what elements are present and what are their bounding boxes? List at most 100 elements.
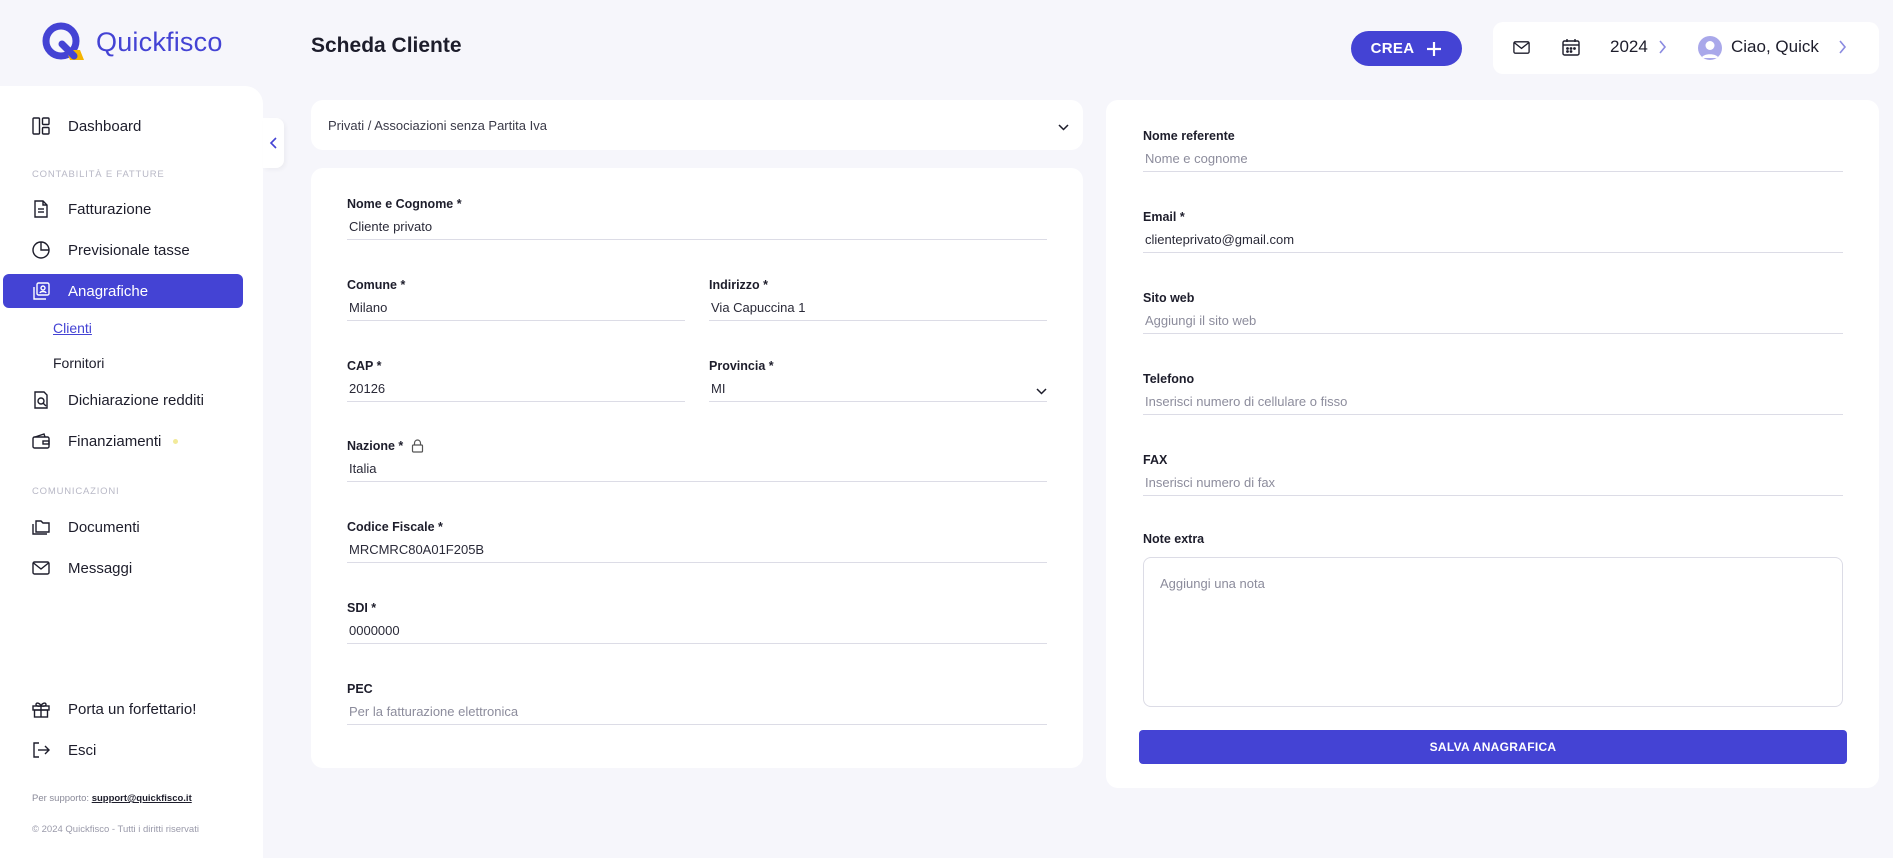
chevron-right-icon[interactable] (1658, 40, 1667, 59)
sito-label: Sito web (1143, 291, 1195, 305)
sito-input[interactable]: Aggiungi il sito web (1143, 313, 1843, 334)
sidebar-item-anagrafiche[interactable]: Anagrafiche (3, 274, 243, 308)
comune-input[interactable]: Milano (347, 300, 685, 321)
comune-label: Comune * (347, 278, 406, 292)
sidebar-item-porta-forfettario[interactable]: Porta un forfettario! (0, 692, 243, 726)
field-sito-web: Sito web Aggiungi il sito web (1143, 291, 1843, 334)
pie-chart-icon (30, 239, 52, 261)
quickfisco-logo-icon (40, 20, 88, 64)
email-label: Email * (1143, 210, 1185, 224)
mail-icon[interactable] (1512, 38, 1531, 62)
nazione-input: Italia (347, 461, 1047, 482)
sdi-input[interactable]: 0000000 (347, 623, 1047, 644)
support-prefix: Per supporto: (32, 793, 90, 804)
section-comunicazioni: COMUNICAZIONI (32, 486, 120, 497)
pec-input[interactable]: Per la fatturazione elettronica (347, 704, 1047, 725)
sidebar-item-label: Anagrafiche (68, 282, 149, 300)
sidebar-item-label: Documenti (68, 518, 140, 536)
support-email-link[interactable]: support@quickfisco.it (92, 793, 192, 804)
sidebar-item-previsionale-tasse[interactable]: Previsionale tasse (0, 233, 243, 267)
field-nome-cognome: Nome e Cognome * Cliente privato (347, 197, 1047, 240)
fax-label: FAX (1143, 453, 1168, 467)
wallet-icon (30, 430, 52, 452)
logo[interactable]: Quickfisco (40, 20, 223, 64)
provincia-value: MI (711, 381, 726, 396)
telefono-label: Telefono (1143, 372, 1195, 386)
field-nome-referente: Nome referente Nome e cognome (1143, 129, 1843, 172)
nazione-label: Nazione * (347, 439, 404, 453)
crea-label: CREA (1370, 40, 1415, 57)
indirizzo-label: Indirizzo * (709, 278, 769, 292)
field-email: Email * clienteprivato@gmail.com (1143, 210, 1843, 253)
sidebar-item-documenti[interactable]: Documenti (0, 510, 243, 544)
sidebar-item-label: Fatturazione (68, 200, 152, 218)
sidebar-item-label: Finanziamenti (68, 432, 162, 450)
sidebar-item-fatturazione[interactable]: Fatturazione (0, 192, 243, 226)
field-sdi: SDI * 0000000 (347, 601, 1047, 644)
sidebar-nav: Dashboard CONTABILITÀ E FATTURE Fatturaz… (0, 86, 263, 858)
field-codice-fiscale: Codice Fiscale * MRCMRC80A01F205B (347, 520, 1047, 563)
field-pec: PEC Per la fatturazione elettronica (347, 682, 1047, 725)
sidebar-subitem-clienti[interactable]: Clienti (53, 320, 92, 336)
year-selector[interactable]: 2024 (1610, 37, 1648, 57)
gift-icon (30, 698, 52, 720)
folder-icon (30, 516, 52, 538)
sidebar: Quickfisco Dashboard CONTABILITÀ E FATTU… (0, 0, 263, 858)
fax-input[interactable]: Inserisci numero di fax (1143, 475, 1843, 496)
field-nazione: Nazione * Italia (347, 439, 1047, 482)
field-telefono: Telefono Inserisci numero di cellulare o… (1143, 372, 1843, 415)
sidebar-item-label: Previsionale tasse (68, 241, 190, 259)
sidebar-item-esci[interactable]: Esci (0, 733, 243, 767)
support-line: Per supporto: support@quickfisco.it (32, 793, 192, 804)
codice-fiscale-input[interactable]: MRCMRC80A01F205B (347, 542, 1047, 563)
telefono-input[interactable]: Inserisci numero di cellulare o fisso (1143, 394, 1843, 415)
sidebar-item-finanziamenti[interactable]: Finanziamenti (0, 424, 243, 458)
lock-icon (411, 439, 424, 453)
provincia-label: Provincia * (709, 359, 774, 373)
chevron-down-icon (1058, 118, 1069, 136)
mail-icon (30, 557, 52, 579)
plus-icon (1426, 41, 1442, 57)
nome-cognome-label: Nome e Cognome * (347, 197, 462, 211)
field-provincia: Provincia * MI (709, 359, 1047, 402)
chevron-left-icon (269, 137, 277, 149)
page-title: Scheda Cliente (311, 34, 462, 57)
crea-button[interactable]: CREA (1351, 31, 1462, 66)
logout-icon (30, 739, 52, 761)
document-icon (30, 198, 52, 220)
cap-input[interactable]: 20126 (347, 381, 685, 402)
client-type-select[interactable]: Privati / Associazioni senza Partita Iva (311, 100, 1083, 150)
note-label: Note extra (1143, 532, 1205, 546)
section-contabilita: CONTABILITÀ E FATTURE (32, 169, 165, 180)
sidebar-item-dichiarazione-redditi[interactable]: Dichiarazione redditi (0, 383, 243, 417)
client-form-left: Nome e Cognome * Cliente privato Comune … (311, 168, 1083, 768)
indirizzo-input[interactable]: Via Capuccina 1 (709, 300, 1047, 321)
sidebar-item-label: Dichiarazione redditi (68, 391, 204, 409)
field-comune: Comune * Milano (347, 278, 685, 321)
field-indirizzo: Indirizzo * Via Capuccina 1 (709, 278, 1047, 321)
tax-declaration-icon (30, 389, 52, 411)
user-greeting[interactable]: Ciao, Quick (1731, 37, 1819, 57)
collapse-sidebar-button[interactable] (263, 118, 284, 168)
field-note-extra: Note extra (1143, 532, 1843, 546)
sidebar-item-dashboard[interactable]: Dashboard (0, 109, 243, 143)
contacts-icon (30, 280, 52, 302)
provincia-select[interactable]: MI (709, 381, 1047, 402)
notification-dot (173, 438, 179, 444)
salva-anagrafica-button[interactable]: SALVA ANAGRAFICA (1139, 730, 1847, 764)
sidebar-item-messaggi[interactable]: Messaggi (0, 551, 243, 585)
chevron-right-icon[interactable] (1838, 40, 1847, 59)
referente-input[interactable]: Nome e cognome (1143, 151, 1843, 172)
note-textarea[interactable]: Aggiungi una nota (1143, 557, 1843, 707)
sidebar-subitem-fornitori[interactable]: Fornitori (53, 355, 104, 371)
dashboard-icon (30, 115, 52, 137)
nome-cognome-input[interactable]: Cliente privato (347, 219, 1047, 240)
sdi-label: SDI * (347, 601, 377, 615)
logo-text: Quickfisco (96, 26, 223, 57)
field-cap: CAP * 20126 (347, 359, 685, 402)
calendar-icon[interactable] (1561, 37, 1581, 62)
copyright: © 2024 Quickfisco - Tutti i diritti rise… (32, 824, 199, 835)
email-input[interactable]: clienteprivato@gmail.com (1143, 232, 1843, 253)
sidebar-item-label: Dashboard (68, 117, 142, 135)
avatar[interactable] (1698, 36, 1722, 60)
